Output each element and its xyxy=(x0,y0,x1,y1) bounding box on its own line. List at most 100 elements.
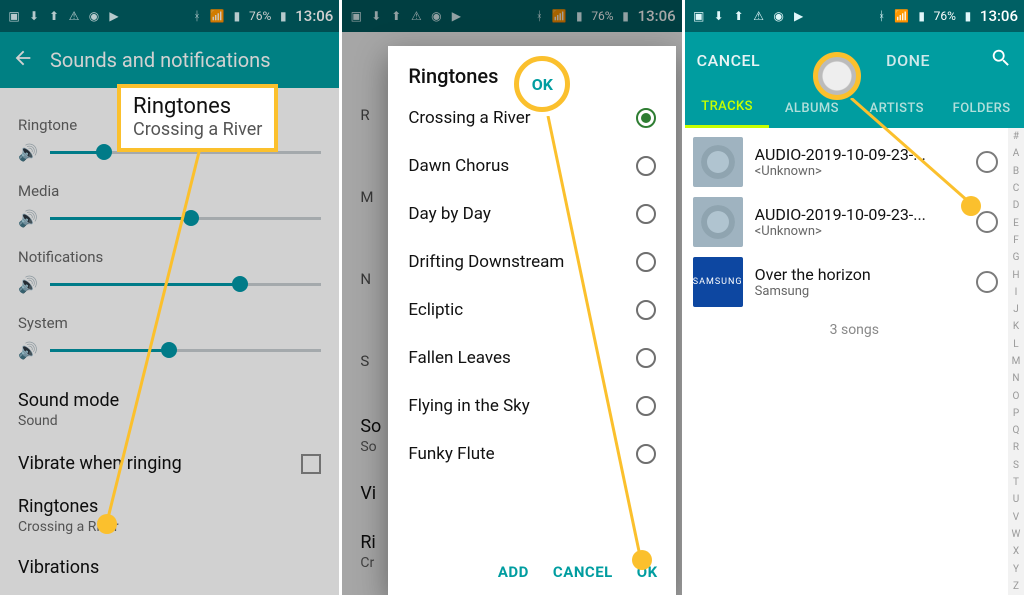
alpha-letter[interactable]: C xyxy=(1008,180,1024,197)
ringtone-label: Flying in the Sky xyxy=(408,396,530,416)
pointer-dot xyxy=(961,196,981,216)
alpha-letter[interactable]: O xyxy=(1008,387,1024,404)
alpha-letter[interactable]: X xyxy=(1008,543,1024,560)
track-count: 3 songs xyxy=(685,322,1024,338)
alpha-letter[interactable]: E xyxy=(1008,214,1024,231)
download-icon: ⬇ xyxy=(711,8,727,24)
alpha-letter[interactable]: F xyxy=(1008,232,1024,249)
track-radio[interactable] xyxy=(976,151,998,173)
settings-list: Ringtone 🔊 Media 🔊 Notificat xyxy=(0,88,339,578)
ringtone-radio[interactable] xyxy=(636,300,656,320)
tab-artists[interactable]: ARTISTS xyxy=(854,101,939,116)
signal-icon: ▮ xyxy=(229,8,245,24)
panel-music-picker: ▣ ⬇ ⬆ ⚠ ◉ ▶ ᚼ 📶 ▮ 76% ▮ 13:06 CANCEL DON… xyxy=(685,0,1024,595)
vibrate-when-ringing[interactable]: Vibrate when ringing xyxy=(18,453,321,474)
track-info: AUDIO-2019-10-09-23-...<Unknown> xyxy=(755,205,964,239)
tab-folders[interactable]: FOLDERS xyxy=(939,101,1024,116)
volume-icon: 🔊 xyxy=(18,209,40,228)
tab-bar: TRACKS ALBUMS ARTISTS FOLDERS xyxy=(685,88,1024,128)
alpha-letter[interactable]: L xyxy=(1008,336,1024,353)
wifi-icon: 📶 xyxy=(894,8,910,24)
vibrations-item[interactable]: Vibrations xyxy=(18,557,321,578)
ringtone-row[interactable]: Day by Day xyxy=(388,190,675,238)
battery-icon: ▮ xyxy=(960,8,976,24)
clock: 13:06 xyxy=(980,7,1018,25)
ringtones-item[interactable]: Ringtones Crossing a River xyxy=(18,496,321,535)
bluetooth-icon: ᚼ xyxy=(189,8,205,24)
ringtone-radio[interactable] xyxy=(636,348,656,368)
sound-mode-value: Sound xyxy=(18,413,321,429)
alpha-letter[interactable]: S xyxy=(1008,457,1024,474)
alpha-letter[interactable]: T xyxy=(1008,474,1024,491)
track-radio[interactable] xyxy=(976,271,998,293)
alpha-letter[interactable]: W xyxy=(1008,526,1024,543)
track-info: Over the horizonSamsung xyxy=(755,265,964,299)
alpha-letter[interactable]: I xyxy=(1008,284,1024,301)
ringtone-radio[interactable] xyxy=(636,156,656,176)
search-icon[interactable] xyxy=(990,47,1012,74)
alpha-letter[interactable]: B xyxy=(1008,163,1024,180)
alpha-letter[interactable]: R xyxy=(1008,439,1024,456)
track-subtitle: Samsung xyxy=(755,284,964,299)
upload-icon: ⬆ xyxy=(731,8,747,24)
ok-highlight-label: OK xyxy=(532,75,553,94)
track-radio[interactable] xyxy=(976,211,998,233)
ringtone-radio[interactable] xyxy=(636,396,656,416)
panel-sounds-settings: ▣ ⬇ ⬆ ⚠ ◉ ▶ ᚼ 📶 ▮ 76% ▮ 13:06 Sounds and… xyxy=(0,0,342,595)
ringtone-list[interactable]: Crossing a River Dawn ChorusDay by DayDri… xyxy=(388,94,675,551)
notifications-slider[interactable] xyxy=(50,272,321,296)
ringtone-row[interactable]: Ecliptic xyxy=(388,286,675,334)
ringtone-radio[interactable] xyxy=(636,444,656,464)
picture-icon: ▣ xyxy=(691,8,707,24)
album-art-cd-icon xyxy=(693,197,743,247)
ringtones-item-value: Crossing a River xyxy=(18,519,321,535)
add-button[interactable]: ADD xyxy=(498,563,529,581)
track-row[interactable]: SAMSUNG Over the horizonSamsung xyxy=(685,252,1024,312)
alpha-letter[interactable]: A xyxy=(1008,145,1024,162)
ringtone-label: Crossing a River xyxy=(408,108,530,128)
alpha-letter[interactable]: H xyxy=(1008,266,1024,283)
track-list[interactable]: AUDIO-2019-10-09-23-...<Unknown> AUDIO-20… xyxy=(685,128,1024,312)
status-bar: ▣ ⬇ ⬆ ⚠ ◉ ▶ ᚼ 📶 ▮ 76% ▮ 13:06 xyxy=(0,0,339,32)
ringtone-row[interactable]: Drifting Downstream xyxy=(388,238,675,286)
ringtone-radio[interactable] xyxy=(636,108,656,128)
album-art-cd-icon xyxy=(693,137,743,187)
sound-mode-item[interactable]: Sound mode Sound xyxy=(18,390,321,429)
album-art-samsung: SAMSUNG xyxy=(693,257,743,307)
ringtone-row[interactable]: Flying in the Sky xyxy=(388,382,675,430)
ringtone-row[interactable]: Dawn Chorus xyxy=(388,142,675,190)
alpha-letter[interactable]: V xyxy=(1008,509,1024,526)
done-button[interactable]: DONE xyxy=(886,51,930,70)
tab-tracks[interactable]: TRACKS xyxy=(685,88,770,128)
alpha-letter[interactable]: Z xyxy=(1008,578,1024,595)
cancel-button[interactable]: CANCEL xyxy=(697,51,761,70)
system-slider[interactable] xyxy=(50,338,321,362)
ringtone-radio[interactable] xyxy=(636,204,656,224)
ringtone-radio[interactable] xyxy=(636,252,656,272)
media-slider[interactable] xyxy=(50,206,321,230)
alpha-letter[interactable]: J xyxy=(1008,301,1024,318)
alpha-letter[interactable]: M xyxy=(1008,353,1024,370)
alpha-letter[interactable]: Q xyxy=(1008,422,1024,439)
alpha-letter[interactable]: D xyxy=(1008,197,1024,214)
clock: 13:06 xyxy=(295,7,333,25)
warning-icon: ⚠ xyxy=(66,8,82,24)
alpha-letter[interactable]: # xyxy=(1008,128,1024,145)
tab-albums[interactable]: ALBUMS xyxy=(769,101,854,116)
bluetooth-icon: ᚼ xyxy=(874,8,890,24)
alpha-letter[interactable]: Y xyxy=(1008,560,1024,577)
alpha-letter[interactable]: U xyxy=(1008,491,1024,508)
track-row[interactable]: AUDIO-2019-10-09-23-...<Unknown> xyxy=(685,132,1024,192)
alpha-letter[interactable]: K xyxy=(1008,318,1024,335)
alpha-index[interactable]: #ABCDEFGHIJKLMNOPQRSTUVWXYZ xyxy=(1008,128,1024,595)
battery-percent: 76% xyxy=(249,9,271,23)
pointer-dot xyxy=(97,514,117,534)
alpha-letter[interactable]: G xyxy=(1008,249,1024,266)
cancel-button[interactable]: CANCEL xyxy=(553,563,613,581)
alpha-letter[interactable]: P xyxy=(1008,405,1024,422)
back-icon[interactable] xyxy=(12,47,34,74)
alpha-letter[interactable]: N xyxy=(1008,370,1024,387)
ringtone-row[interactable]: Funky Flute xyxy=(388,430,675,478)
vibrate-checkbox[interactable] xyxy=(301,454,321,474)
ringtone-row[interactable]: Fallen Leaves xyxy=(388,334,675,382)
